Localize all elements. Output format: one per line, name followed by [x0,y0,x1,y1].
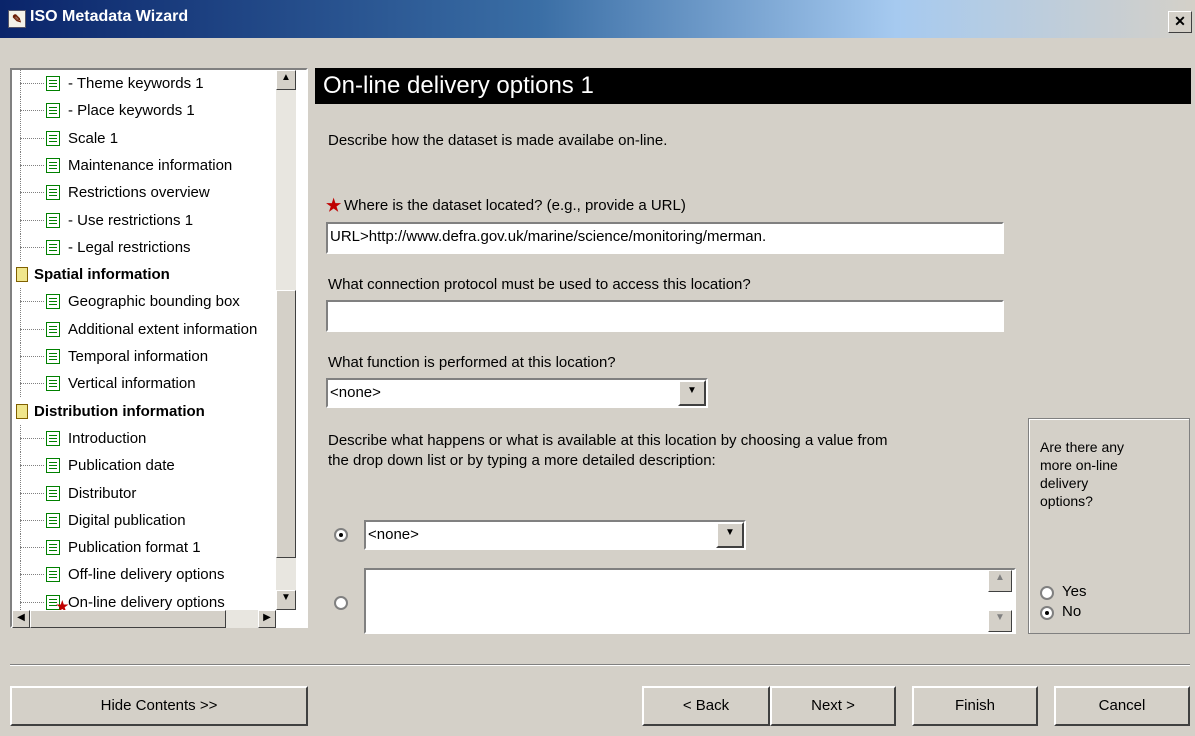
page-icon [46,485,60,501]
textarea-scroll-down-button[interactable]: ▼ [988,610,1012,632]
tree-item[interactable]: Vertical information [12,370,282,398]
more-options-question: Are there any more on-line delivery opti… [1040,439,1125,509]
tree-item[interactable]: Maintenance information [12,151,282,179]
page-icon [46,103,60,119]
contents-tree[interactable]: - Theme keywords 1 - Place keywords 1 Scal… [10,68,308,628]
tree-item-label: Publication format 1 [68,539,201,557]
more-options-no-radio[interactable] [1040,606,1054,620]
tree-item-label: Off-line delivery options [68,566,225,584]
function-select-value: <none> [330,384,381,401]
book-icon [16,267,28,283]
page-icon [46,567,60,583]
page-title: On-line delivery options 1 [315,68,1191,104]
tree-item-label: - Theme keywords 1 [68,75,204,92]
tree-item-label: Vertical information [68,375,196,393]
yes-label: Yes [1062,583,1087,600]
tree-item-label: Distributor [68,484,137,502]
tree-item[interactable]: Geographic bounding box [12,288,282,316]
tree-item-label: Introduction [68,429,147,447]
page-icon [46,76,60,91]
page-icon [46,321,60,337]
window-title: ISO Metadata Wizard [30,8,189,25]
tree-item[interactable]: Publication format 1 [12,534,282,562]
describe-choice-radio[interactable] [334,528,348,542]
tree-item[interactable]: Introduction [12,424,282,452]
page-icon [46,157,60,173]
describe-dropdown-button[interactable]: ▼ [716,522,744,548]
location-url-input[interactable]: URL>http://www.defra.gov.uk/marine/scien… [326,222,1004,254]
tree-item[interactable]: Scale 1 [12,124,282,152]
tree-item[interactable]: Temporal information [12,343,282,370]
page-icon [46,512,60,528]
tree-item-label: Restrictions overview [68,184,210,202]
tree-item[interactable]: Distributor [12,479,282,507]
tree-item[interactable]: - Place keywords 1 [12,97,282,125]
tree-item[interactable]: - Use restrictions 1 [12,206,282,234]
next-button[interactable]: Next > [770,686,896,726]
tree-group-item[interactable]: Spatial information [12,261,282,288]
footer-separator [10,664,1190,666]
hide-contents-button[interactable]: Hide Contents >> [10,686,308,726]
tree-item-label: Spatial information [34,266,170,284]
tree-group-item[interactable]: Distribution information [12,398,282,425]
finish-button[interactable]: Finish [912,686,1038,726]
protocol-input[interactable] [326,300,1004,332]
describe-text-radio[interactable] [334,596,348,610]
page-icon [46,185,60,201]
tree-item-label: Publication date [68,457,175,475]
page-icon [46,376,60,392]
page-icon [46,349,60,364]
vertical-scroll-thumb[interactable] [276,290,296,558]
cancel-button[interactable]: Cancel [1054,686,1190,726]
tree-item-label: - Legal restrictions [68,238,191,256]
tree-item[interactable]: Restrictions overview [12,179,282,207]
scroll-right-button[interactable]: ▶ [258,610,276,628]
tree-item-label: Maintenance information [68,156,233,174]
horizontal-scroll-thumb[interactable] [30,610,226,628]
back-button[interactable]: < Back [642,686,770,726]
scroll-down-button[interactable]: ▼ [276,590,296,610]
page-description: Describe how the dataset is made availab… [328,132,668,149]
function-select[interactable]: <none> [326,378,708,408]
page-icon [46,540,60,556]
tree-item[interactable]: Off-line delivery options [12,561,282,589]
tree-item[interactable]: Digital publication [12,506,282,534]
tree-item-label: Geographic bounding box [68,293,240,311]
tree-item[interactable]: Additional extent information [12,315,282,343]
describe-choice-value: <none> [368,526,419,543]
no-label: No [1062,603,1082,620]
page-icon [46,458,60,474]
page-icon [46,430,60,446]
tree-item[interactable]: - Theme keywords 1 [12,70,282,97]
tree-item-label: - Place keywords 1 [68,102,195,120]
protocol-question: What connection protocol must be used to… [328,276,751,293]
function-question: What function is performed at this locat… [328,354,616,371]
scroll-left-button[interactable]: ◀ [12,610,30,628]
function-dropdown-button[interactable]: ▼ [678,380,706,406]
page-icon [46,130,60,146]
tree-item-label: Scale 1 [68,129,119,147]
page-icon [46,239,60,255]
scroll-up-button[interactable]: ▲ [276,70,296,90]
describe-text-area[interactable] [364,568,1016,634]
page-icon [46,212,60,228]
more-options-yes-radio[interactable] [1040,586,1054,600]
location-question: Where is the dataset located? (e.g., pro… [344,197,686,214]
page-icon [46,294,60,310]
describe-question-line2: the drop down list or by typing a more d… [328,452,716,469]
required-star-icon: ★ [326,196,342,215]
describe-question-line1: Describe what happens or what is availab… [328,432,888,449]
tree-item[interactable]: Publication date [12,452,282,480]
tree-item-label: - Use restrictions 1 [68,211,194,229]
tree-item-label: Temporal information [68,348,209,365]
book-icon [16,403,28,419]
describe-choice-select[interactable]: <none> [364,520,746,550]
tree-item[interactable]: - Legal restrictions [12,233,282,261]
wizard-app-icon: ✎ [8,10,26,28]
tree-item-label: Additional extent information [68,320,258,338]
tree-item-label: Digital publication [68,511,186,529]
tree-item-label: Distribution information [34,402,205,420]
close-button[interactable]: ✕ [1168,11,1192,33]
textarea-scroll-up-button[interactable]: ▲ [988,570,1012,592]
